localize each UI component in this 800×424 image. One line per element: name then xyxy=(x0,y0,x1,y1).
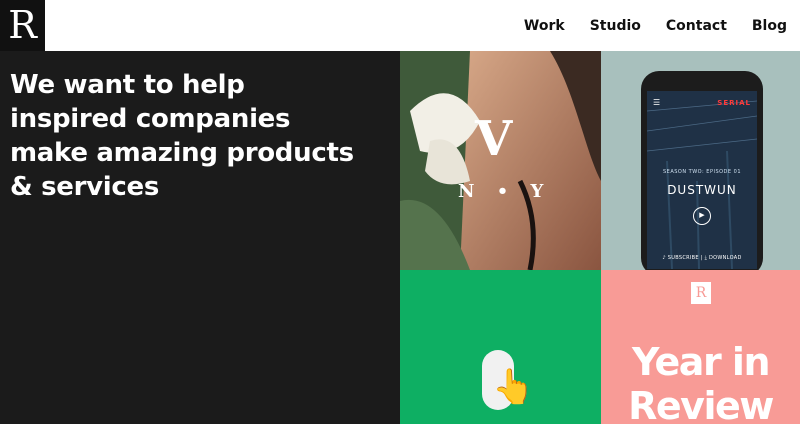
screen-background-image xyxy=(647,91,757,269)
pointing-hand-icon: 👆 xyxy=(492,367,535,407)
vny-logo-ny: N • Y xyxy=(458,181,552,202)
top-navigation-bar: R Work Studio Contact Blog xyxy=(0,0,800,51)
phone-mockup: ☰ SERIAL SEASON TWO: EPISODE 01 DUSTWUN … xyxy=(641,71,763,270)
project-tile-vny[interactable]: V N • Y xyxy=(400,51,601,270)
project-tile-serial[interactable]: ☰ SERIAL SEASON TWO: EPISODE 01 DUSTWUN … xyxy=(601,51,800,270)
year-in-review-title: Year in Review xyxy=(628,340,774,424)
nav-link-work[interactable]: Work xyxy=(524,18,565,34)
main-nav: Work Studio Contact Blog xyxy=(524,0,787,51)
nav-link-contact[interactable]: Contact xyxy=(666,18,727,34)
project-tile-green[interactable]: 👆 xyxy=(400,270,601,424)
nav-link-blog[interactable]: Blog xyxy=(752,18,787,34)
phone-screen: ☰ SERIAL SEASON TWO: EPISODE 01 DUSTWUN … xyxy=(647,91,757,269)
play-icon[interactable]: ▶ xyxy=(693,207,711,225)
serial-badge: SERIAL xyxy=(717,99,751,107)
vny-logo-v: V xyxy=(475,111,513,167)
project-tile-year-in-review[interactable]: R Year in Review xyxy=(601,270,800,424)
site-logo[interactable]: R xyxy=(0,0,45,51)
subscribe-download-row[interactable]: ♪ SUBSCRIBE | ⤓ DOWNLOAD xyxy=(647,255,757,261)
r-logo-badge: R xyxy=(691,282,711,304)
hamburger-menu-icon[interactable]: ☰ xyxy=(653,98,660,107)
episode-title: DUSTWUN xyxy=(667,183,737,197)
hero-section: We want to help inspired companies make … xyxy=(0,51,400,424)
episode-label: SEASON TWO: EPISODE 01 xyxy=(662,169,742,175)
nav-link-studio[interactable]: Studio xyxy=(590,18,641,34)
hero-headline: We want to help inspired companies make … xyxy=(10,70,354,202)
